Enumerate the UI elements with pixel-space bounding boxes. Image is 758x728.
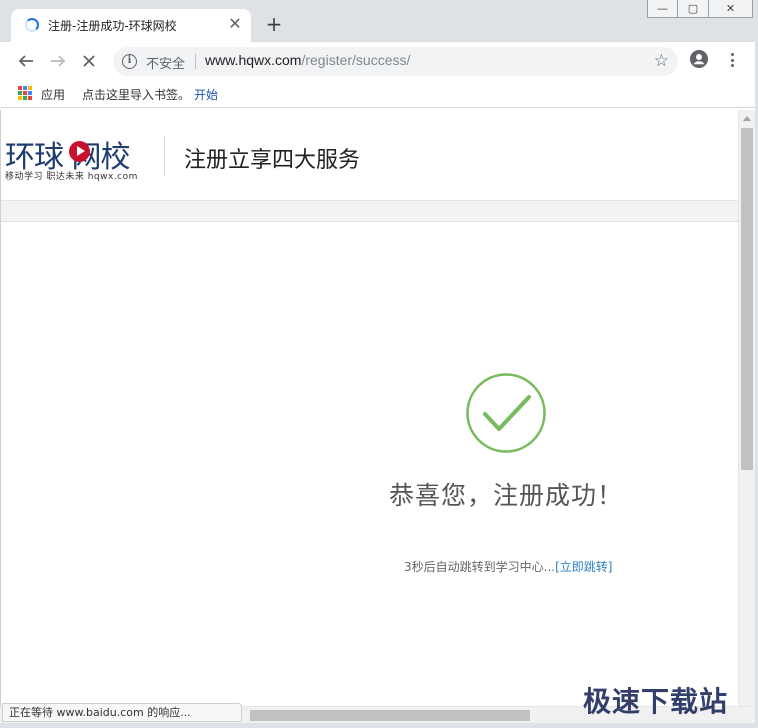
watermark: 极速下载站 <box>583 685 729 718</box>
import-bookmarks-link[interactable]: 开始 <box>194 86 218 103</box>
scroll-up-icon[interactable] <box>743 116 751 121</box>
omnibox-divider <box>195 54 196 69</box>
redirect-now-link[interactable]: [立即跳转] <box>555 560 612 574</box>
header-divider <box>164 136 165 176</box>
site-header: 环球 网校 移动学习 职达未来 hqwx.com 注册立享四大服务 <box>1 110 738 200</box>
tab-title: 注册-注册成功-环球网校 <box>48 19 177 33</box>
logo-tagline: 移动学习 职达未来 hqwx.com <box>5 172 138 182</box>
browser-toolbar: i 不安全 www.hqwx.com/register/success/ ☆ <box>0 42 758 80</box>
apps-grid-dot <box>18 96 22 100</box>
apps-label[interactable]: 应用 <box>41 86 65 103</box>
arrow-left-icon <box>18 55 33 67</box>
address-bar[interactable]: i 不安全 www.hqwx.com/register/success/ ☆ <box>113 47 678 76</box>
security-label[interactable]: 不安全 <box>146 53 185 72</box>
arrow-right-icon <box>51 55 66 67</box>
loading-spinner-icon <box>25 18 39 32</box>
browser-tab[interactable]: 注册-注册成功-环球网校 ✕ <box>11 9 251 42</box>
redirect-notice: 3秒后自动跳转到学习中心...[立即跳转] <box>404 558 612 575</box>
apps-grid-dot <box>28 91 32 95</box>
stop-x-icon <box>83 55 95 67</box>
minimize-icon: — <box>657 2 668 15</box>
site-logo[interactable]: 环球 网校 移动学习 职达未来 hqwx.com <box>5 132 155 182</box>
forward-button[interactable] <box>47 50 69 72</box>
apps-grid-dot <box>28 86 32 90</box>
bookmarks-bar: 应用 点击这里导入书签。 开始 <box>0 80 758 108</box>
more-menu-icon[interactable] <box>727 51 737 69</box>
window-bottom-border <box>0 723 758 728</box>
bookmark-star-icon[interactable]: ☆ <box>654 51 669 71</box>
vertical-scrollbar[interactable] <box>738 110 755 706</box>
apps-grid-dot <box>18 86 22 90</box>
new-tab-button[interactable]: + <box>264 14 284 34</box>
url-path: /register/success/ <box>301 52 411 68</box>
status-bubble: 正在等待 www.baidu.com 的响应... <box>2 703 242 722</box>
close-window-button[interactable]: ✕ <box>709 0 753 18</box>
check-circle-icon <box>466 373 546 453</box>
page-viewport: 环球 网校 移动学习 职达未来 hqwx.com 注册立享四大服务 恭喜您，注册… <box>0 110 738 706</box>
account-icon[interactable] <box>690 50 708 68</box>
play-icon <box>69 141 90 162</box>
tab-close-icon[interactable]: ✕ <box>227 16 243 32</box>
apps-grid-dot <box>23 96 27 100</box>
apps-grid-icon[interactable] <box>18 86 32 100</box>
close-icon: ✕ <box>725 2 736 15</box>
page-title: 注册立享四大服务 <box>184 148 361 173</box>
header-band <box>1 200 738 222</box>
info-icon[interactable]: i <box>122 54 137 69</box>
success-message: 恭喜您，注册成功！ <box>389 481 624 510</box>
back-button[interactable] <box>15 50 37 72</box>
redirect-countdown: 3秒后自动跳转到学习中心... <box>404 560 556 574</box>
apps-grid-dot <box>18 91 22 95</box>
vertical-scroll-thumb[interactable] <box>741 128 753 470</box>
stop-loading-button[interactable] <box>78 50 100 72</box>
window-controls: — ▢ ✕ <box>647 0 753 20</box>
apps-grid-dot <box>28 96 32 100</box>
maximize-button[interactable]: ▢ <box>678 0 709 18</box>
url-host: www.hqwx.com <box>205 52 302 68</box>
minimize-button[interactable]: — <box>647 0 678 18</box>
url-text[interactable]: www.hqwx.com/register/success/ <box>205 52 410 68</box>
import-bookmarks-hint: 点击这里导入书签。 <box>82 88 191 102</box>
horizontal-scroll-thumb[interactable] <box>250 710 530 721</box>
title-bar: 注册-注册成功-环球网校 ✕ + — ▢ ✕ <box>0 0 758 42</box>
maximize-icon: ▢ <box>687 2 699 15</box>
apps-grid-dot <box>23 91 27 95</box>
apps-grid-dot <box>23 86 27 90</box>
